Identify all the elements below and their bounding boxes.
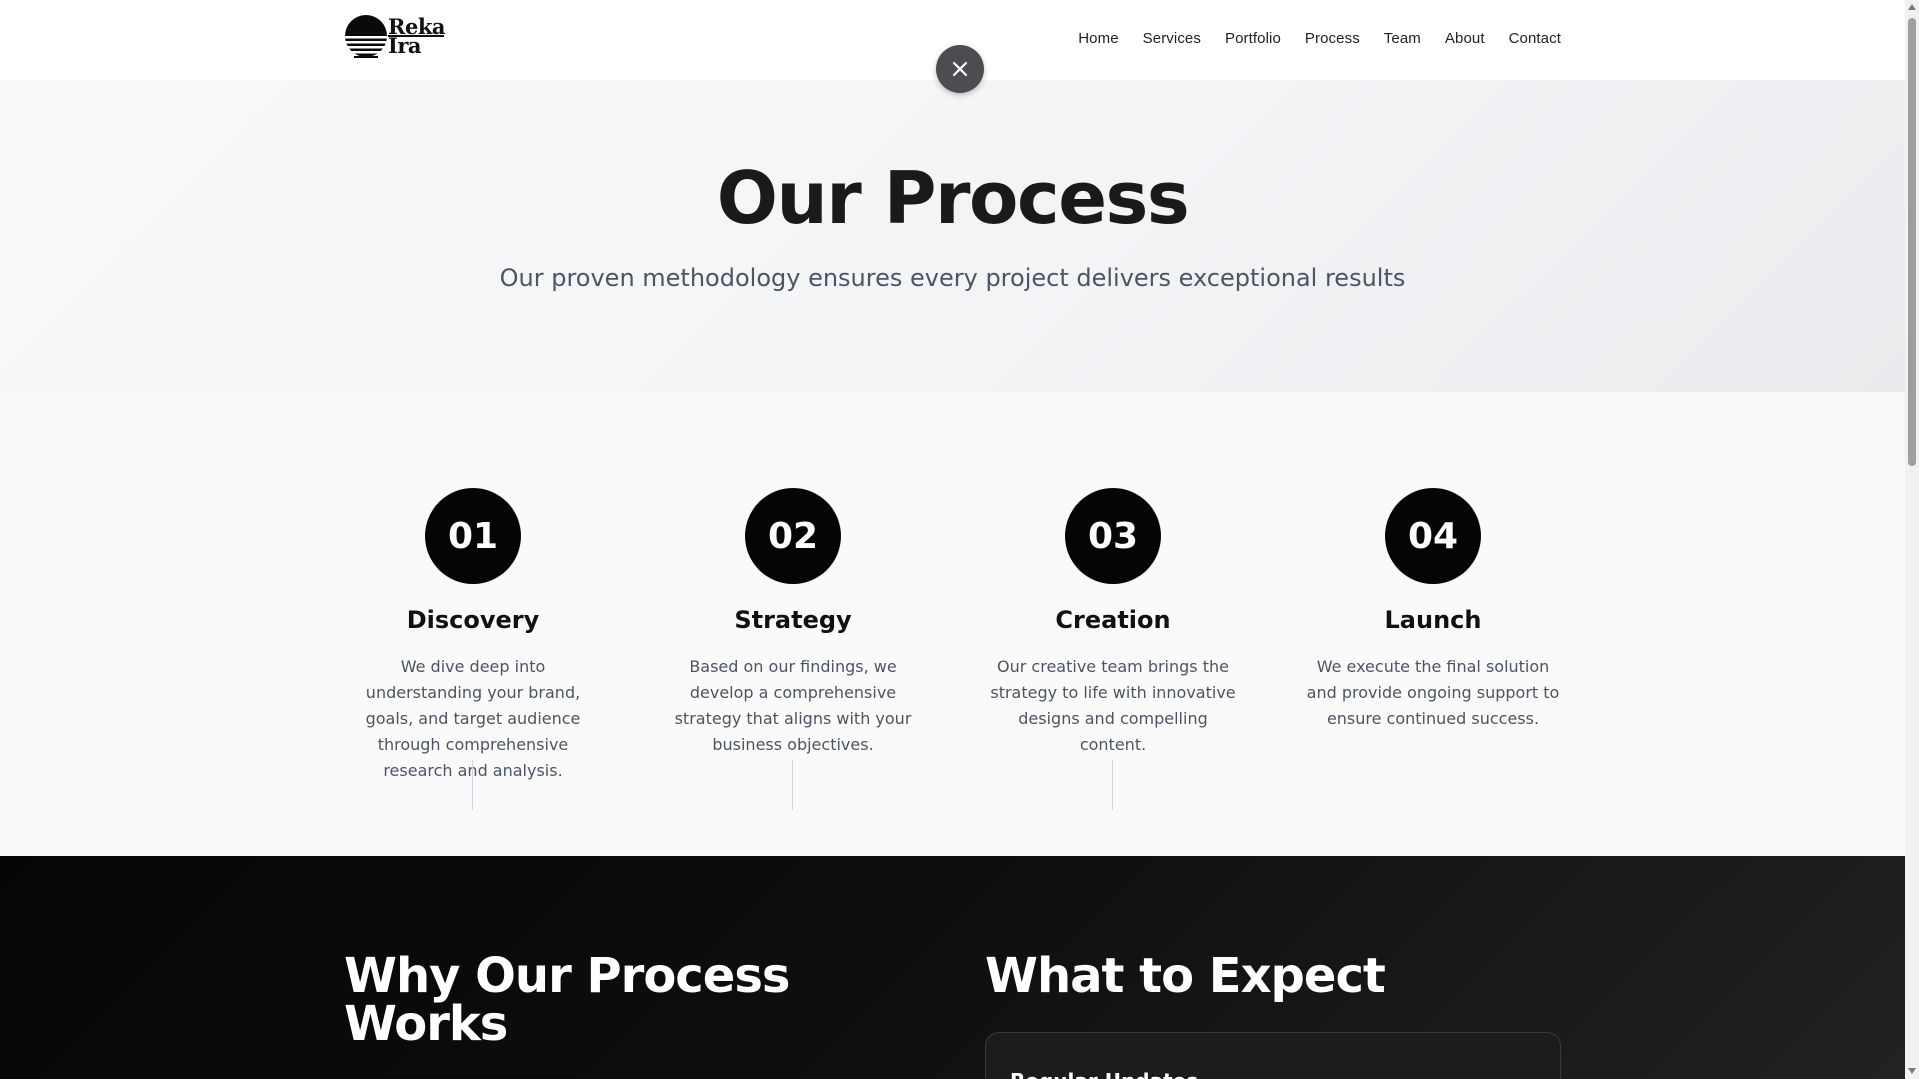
brand-logo[interactable]: Reka Ira	[344, 14, 448, 64]
process-steps-section: 01 Discovery We dive deep into understan…	[0, 392, 1905, 856]
step-description: We dive deep into understanding your bra…	[365, 657, 581, 780]
nav-portfolio[interactable]: Portfolio	[1225, 30, 1281, 47]
brand-name: Reka Ira	[388, 16, 445, 56]
main-nav: Home Services Portfolio Process Team Abo…	[1054, 30, 1561, 47]
expect-card: Regular Updates	[985, 1032, 1561, 1079]
page: Reka Ira Home Services Portfolio Process…	[0, 0, 1905, 1079]
step-number-badge: 04	[1385, 488, 1481, 584]
vertical-scrollbar[interactable]	[1905, 0, 1919, 1079]
step-description: We execute the final solution and provid…	[1306, 657, 1560, 728]
page-subtitle: Our proven methodology ensures every pro…	[499, 264, 1406, 292]
why-process-title: Why Our Process Works	[344, 948, 790, 1052]
close-button[interactable]	[936, 45, 984, 93]
sun-logo-icon	[344, 15, 388, 60]
step-connector	[472, 760, 473, 810]
nav-contact[interactable]: Contact	[1509, 30, 1561, 47]
step-title: Discovery	[406, 606, 540, 634]
hero-section: Our Process Our proven methodology ensur…	[0, 80, 1905, 392]
nav-about[interactable]: About	[1445, 30, 1485, 47]
page-title: Our Process	[716, 156, 1190, 240]
scroll-up-icon[interactable]	[1908, 4, 1916, 10]
scroll-down-icon[interactable]	[1908, 1068, 1916, 1074]
step-connector	[792, 760, 793, 810]
step-card: 02 Strategy Based on our findings, we de…	[663, 488, 923, 758]
step-title: Strategy	[734, 606, 852, 634]
step-card: 01 Discovery We dive deep into understan…	[343, 488, 603, 784]
step-card: 03 Creation Our creative team brings the…	[983, 488, 1243, 758]
step-description: Our creative team brings the strategy to…	[990, 657, 1236, 754]
expect-card-title: Regular Updates	[1010, 1069, 1198, 1079]
step-number-badge: 02	[745, 488, 841, 584]
nav-process[interactable]: Process	[1305, 30, 1360, 47]
step-number-badge: 03	[1065, 488, 1161, 584]
nav-team[interactable]: Team	[1384, 30, 1421, 47]
step-title: Launch	[1384, 606, 1482, 634]
close-icon	[952, 61, 968, 77]
scrollbar-thumb[interactable]	[1908, 18, 1916, 466]
step-number-badge: 01	[425, 488, 521, 584]
process-benefits-section: Why Our Process Works What to Expect Reg…	[0, 856, 1905, 1079]
nav-home[interactable]: Home	[1078, 30, 1118, 47]
step-card: 04 Launch We execute the final solution …	[1303, 488, 1563, 732]
step-description: Based on our findings, we develop a comp…	[674, 657, 912, 754]
step-title: Creation	[1055, 606, 1171, 634]
step-connector	[1112, 760, 1113, 810]
nav-services[interactable]: Services	[1143, 30, 1201, 47]
what-to-expect-title: What to Expect	[985, 948, 1386, 1004]
